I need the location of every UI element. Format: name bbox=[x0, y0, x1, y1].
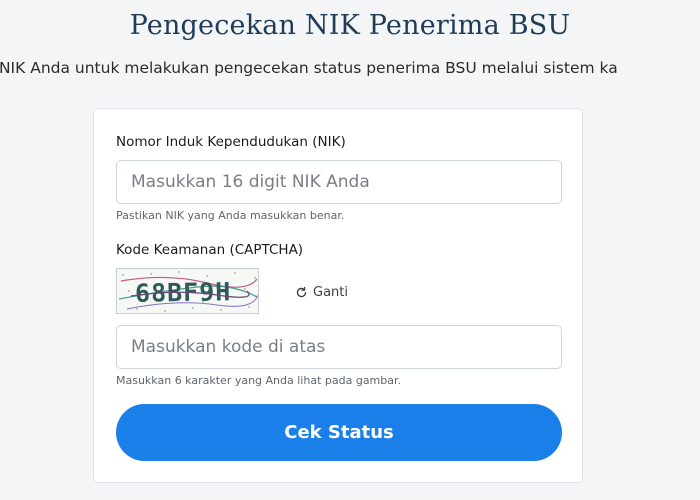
nik-input[interactable] bbox=[116, 160, 562, 204]
nik-check-form: Nomor Induk Kependudukan (NIK) Pastikan … bbox=[93, 108, 583, 483]
captcha-image: 68BF9H bbox=[116, 268, 259, 314]
page: Pengecekan NIK Penerima BSU kan NIK Anda… bbox=[0, 0, 700, 500]
refresh-icon bbox=[296, 286, 307, 298]
refresh-label: Ganti bbox=[313, 285, 348, 300]
page-subtitle: kan NIK Anda untuk melakukan pengecekan … bbox=[0, 59, 618, 77]
captcha-strike bbox=[130, 290, 250, 298]
captcha-input[interactable] bbox=[116, 325, 562, 369]
check-status-button[interactable]: Cek Status bbox=[116, 404, 562, 461]
nik-hint: Pastikan NIK yang Anda masukkan benar. bbox=[116, 209, 345, 222]
captcha-label: Kode Keamanan (CAPTCHA) bbox=[116, 242, 304, 258]
nik-label: Nomor Induk Kependudukan (NIK) bbox=[116, 134, 346, 150]
captcha-hint: Masukkan 6 karakter yang Anda lihat pada… bbox=[116, 374, 402, 387]
page-title: Pengecekan NIK Penerima BSU bbox=[129, 10, 571, 41]
refresh-captcha-button[interactable]: Ganti bbox=[295, 285, 348, 300]
